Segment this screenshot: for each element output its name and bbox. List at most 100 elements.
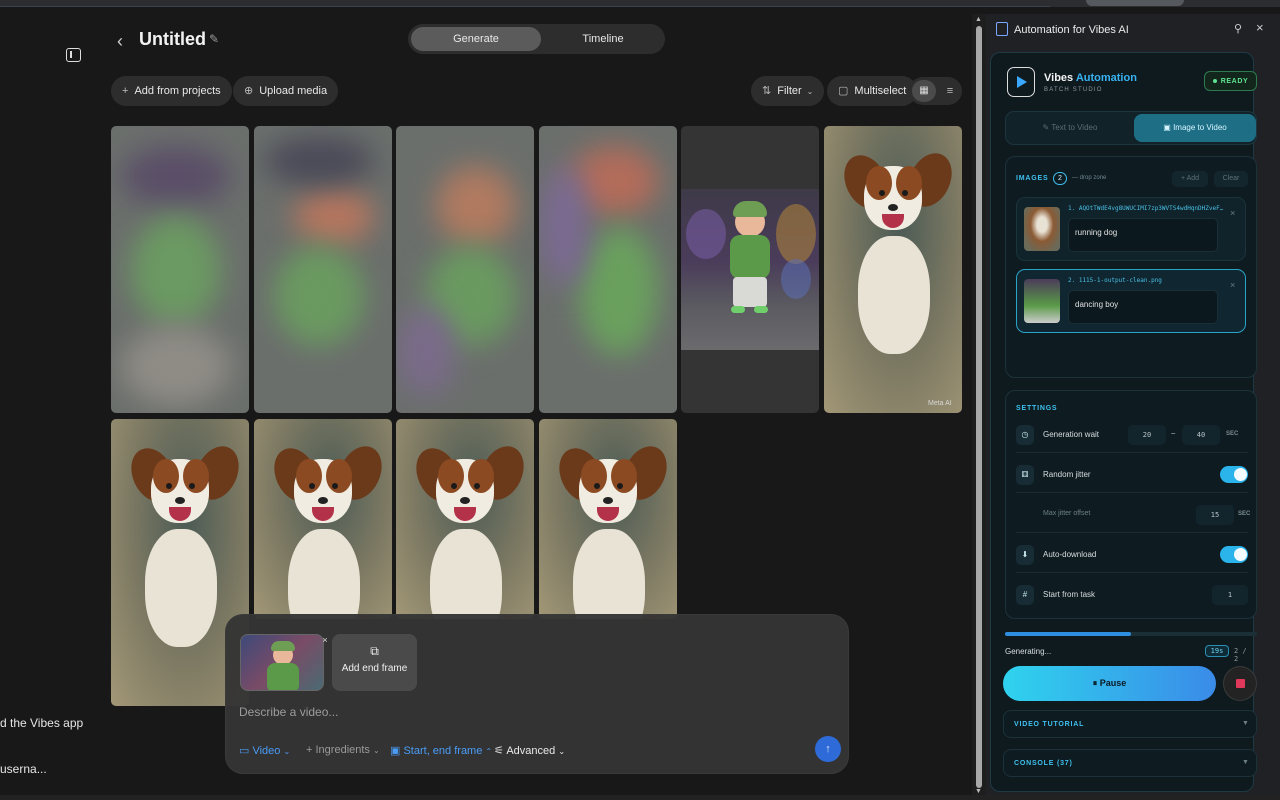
- wait-min-input[interactable]: 20: [1128, 425, 1166, 445]
- console-section[interactable]: CONSOLE (37) ▼: [1003, 749, 1257, 777]
- generating-status: Generating...: [1005, 647, 1052, 656]
- list-view-icon[interactable]: ≡: [940, 80, 960, 102]
- chevron-down-icon: ⌄: [373, 746, 380, 755]
- progress-fill: [1005, 632, 1131, 636]
- media-tile-dog[interactable]: Meta AI: [824, 126, 962, 413]
- text-to-video-tab[interactable]: ✎ Text to Video: [1008, 114, 1132, 142]
- advanced-dropdown[interactable]: ⚟ Advanced ⌄: [494, 744, 565, 757]
- random-jitter-toggle[interactable]: [1220, 466, 1248, 483]
- prompt-input[interactable]: Describe a video...: [239, 705, 338, 719]
- add-image-button[interactable]: + Add: [1172, 171, 1208, 187]
- clock-icon: ◷: [1016, 425, 1034, 445]
- settings-label: SETTINGS: [1016, 405, 1058, 412]
- upload-media-button[interactable]: ⊕ Upload media: [233, 76, 339, 106]
- video-tutorial-section[interactable]: VIDEO TUTORIAL ▼: [1003, 710, 1257, 738]
- setting-auto-download: ⬇ Auto-download: [1016, 537, 1248, 573]
- chevron-down-icon: ▼: [1242, 759, 1249, 766]
- add-image-icon: ⧉: [370, 644, 379, 658]
- media-tile[interactable]: [539, 126, 677, 413]
- image-icon: ▣: [1163, 123, 1171, 132]
- image-prompt-input[interactable]: dancing boy: [1068, 290, 1218, 324]
- image-filename: 2. 1115-1-output-clean.png: [1068, 277, 1162, 284]
- media-tile-dog[interactable]: [254, 419, 392, 619]
- scroll-down-icon[interactable]: ▼: [975, 788, 982, 795]
- filter-button[interactable]: ⇅ Filter ⌄: [751, 76, 825, 106]
- images-count-badge: 2: [1053, 172, 1067, 185]
- brand-name: Vibes Automation: [1044, 72, 1137, 84]
- images-label: IMAGES: [1016, 175, 1049, 182]
- brand-subtitle: BATCH STUDIO: [1044, 87, 1103, 93]
- start-task-input[interactable]: 1: [1212, 585, 1248, 605]
- sidebar-text-2[interactable]: userna...: [0, 762, 47, 776]
- media-tile-boy[interactable]: [681, 126, 819, 413]
- sidebar-text-1[interactable]: d the Vibes app: [0, 716, 83, 730]
- extension-logo-icon: [996, 22, 1008, 36]
- multiselect-button[interactable]: ▢ Multiselect: [827, 76, 918, 106]
- status-dot-icon: [1212, 79, 1217, 84]
- media-tile[interactable]: [111, 126, 249, 413]
- back-chevron-icon[interactable]: ‹: [117, 31, 123, 52]
- progress-bar: [1005, 632, 1257, 636]
- jitter-offset-input[interactable]: 15: [1196, 505, 1234, 525]
- bottom-edge: [0, 795, 1280, 800]
- media-tile[interactable]: [396, 126, 534, 413]
- main-scrollbar[interactable]: ▲ ▼: [972, 14, 986, 800]
- arrow-up-icon: ↑: [825, 743, 831, 755]
- image-thumbnail: [1024, 279, 1060, 323]
- tab-generate[interactable]: Generate: [411, 27, 541, 51]
- settings-section: SETTINGS ◷ Generation wait 20 – 40 SEC ⚅…: [1005, 390, 1257, 619]
- drop-zone-label[interactable]: — drop zone: [1072, 175, 1106, 181]
- square-icon: ▢: [838, 85, 849, 97]
- remove-start-frame-icon[interactable]: ×: [319, 634, 331, 646]
- extension-header: Automation for Vibes AI ⚲ ×: [986, 14, 1280, 46]
- remove-image-icon[interactable]: ×: [1230, 280, 1235, 290]
- clear-images-button[interactable]: Clear: [1214, 171, 1248, 187]
- add-from-projects-button[interactable]: + Add from projects: [111, 76, 232, 106]
- scroll-thumb[interactable]: [976, 26, 982, 788]
- start-frame-thumbnail[interactable]: [240, 634, 324, 691]
- chevron-down-icon: ⌄: [283, 747, 291, 756]
- scroll-up-icon[interactable]: ▲: [975, 16, 982, 23]
- pencil-icon[interactable]: ✎: [209, 32, 219, 46]
- wait-max-input[interactable]: 40: [1182, 425, 1220, 445]
- image-item[interactable]: 2. 1115-1-output-clean.png dancing boy ×: [1016, 269, 1246, 333]
- image-to-video-tab[interactable]: ▣ Image to Video: [1134, 114, 1256, 142]
- images-section: IMAGES 2 — drop zone + Add Clear 1. AQOt…: [1005, 156, 1257, 378]
- video-type-dropdown[interactable]: ▭ Video ⌄: [239, 744, 290, 757]
- remove-image-icon[interactable]: ×: [1230, 208, 1235, 218]
- timer-badge: 19s: [1205, 645, 1229, 657]
- media-tile-dog[interactable]: [396, 419, 534, 619]
- chevron-down-icon: ⌄: [806, 87, 814, 96]
- image-prompt-input[interactable]: running dog: [1068, 218, 1218, 252]
- tab-timeline[interactable]: Timeline: [541, 27, 665, 51]
- left-sidebar: [0, 7, 100, 800]
- media-tile-dog[interactable]: [539, 419, 677, 619]
- ingredients-dropdown[interactable]: + Ingredients ⌄: [306, 744, 380, 756]
- grid-view-icon[interactable]: ▦: [912, 80, 936, 102]
- mode-selector: ✎ Text to Video ▣ Image to Video: [1005, 111, 1257, 145]
- status-badge: READY: [1204, 71, 1257, 91]
- dice-icon: ⚅: [1016, 465, 1034, 485]
- stop-button[interactable]: [1223, 666, 1257, 701]
- media-tile[interactable]: [254, 126, 392, 413]
- sidebar-toggle-icon[interactable]: [66, 48, 81, 62]
- automation-card: Vibes Automation BATCH STUDIO READY ✎ Te…: [990, 52, 1257, 792]
- auto-download-toggle[interactable]: [1220, 546, 1248, 563]
- plus-icon: +: [306, 744, 313, 756]
- pause-icon: ⏸: [1092, 678, 1098, 688]
- pin-icon[interactable]: ⚲: [1234, 22, 1242, 35]
- page-title[interactable]: Untitled: [139, 29, 206, 50]
- send-button[interactable]: ↑: [815, 736, 841, 762]
- start-end-frame-dropdown[interactable]: ▣ Start, end frame ⌃: [390, 744, 492, 757]
- image-filename: 1. AQOtTWdE4vg8UWUCIMI7zp3WVTS4wdHqnDHZv…: [1068, 205, 1226, 212]
- setting-max-jitter-offset: Max jitter offset 15 SEC: [1016, 497, 1250, 533]
- pause-button[interactable]: ⏸ Pause: [1003, 666, 1216, 701]
- close-icon[interactable]: ×: [1256, 20, 1264, 35]
- chevron-down-icon: ⌄: [558, 747, 566, 756]
- meta-ai-watermark: Meta AI: [928, 400, 952, 407]
- sliders-icon: ⚟: [494, 745, 504, 757]
- browser-tab-pill[interactable]: [1086, 0, 1184, 6]
- image-item[interactable]: 1. AQOtTWdE4vg8UWUCIMI7zp3WVTS4wdHqnDHZv…: [1016, 197, 1246, 261]
- view-toggle: ▦ ≡: [909, 77, 962, 105]
- add-end-frame-button[interactable]: ⧉ Add end frame: [332, 634, 417, 691]
